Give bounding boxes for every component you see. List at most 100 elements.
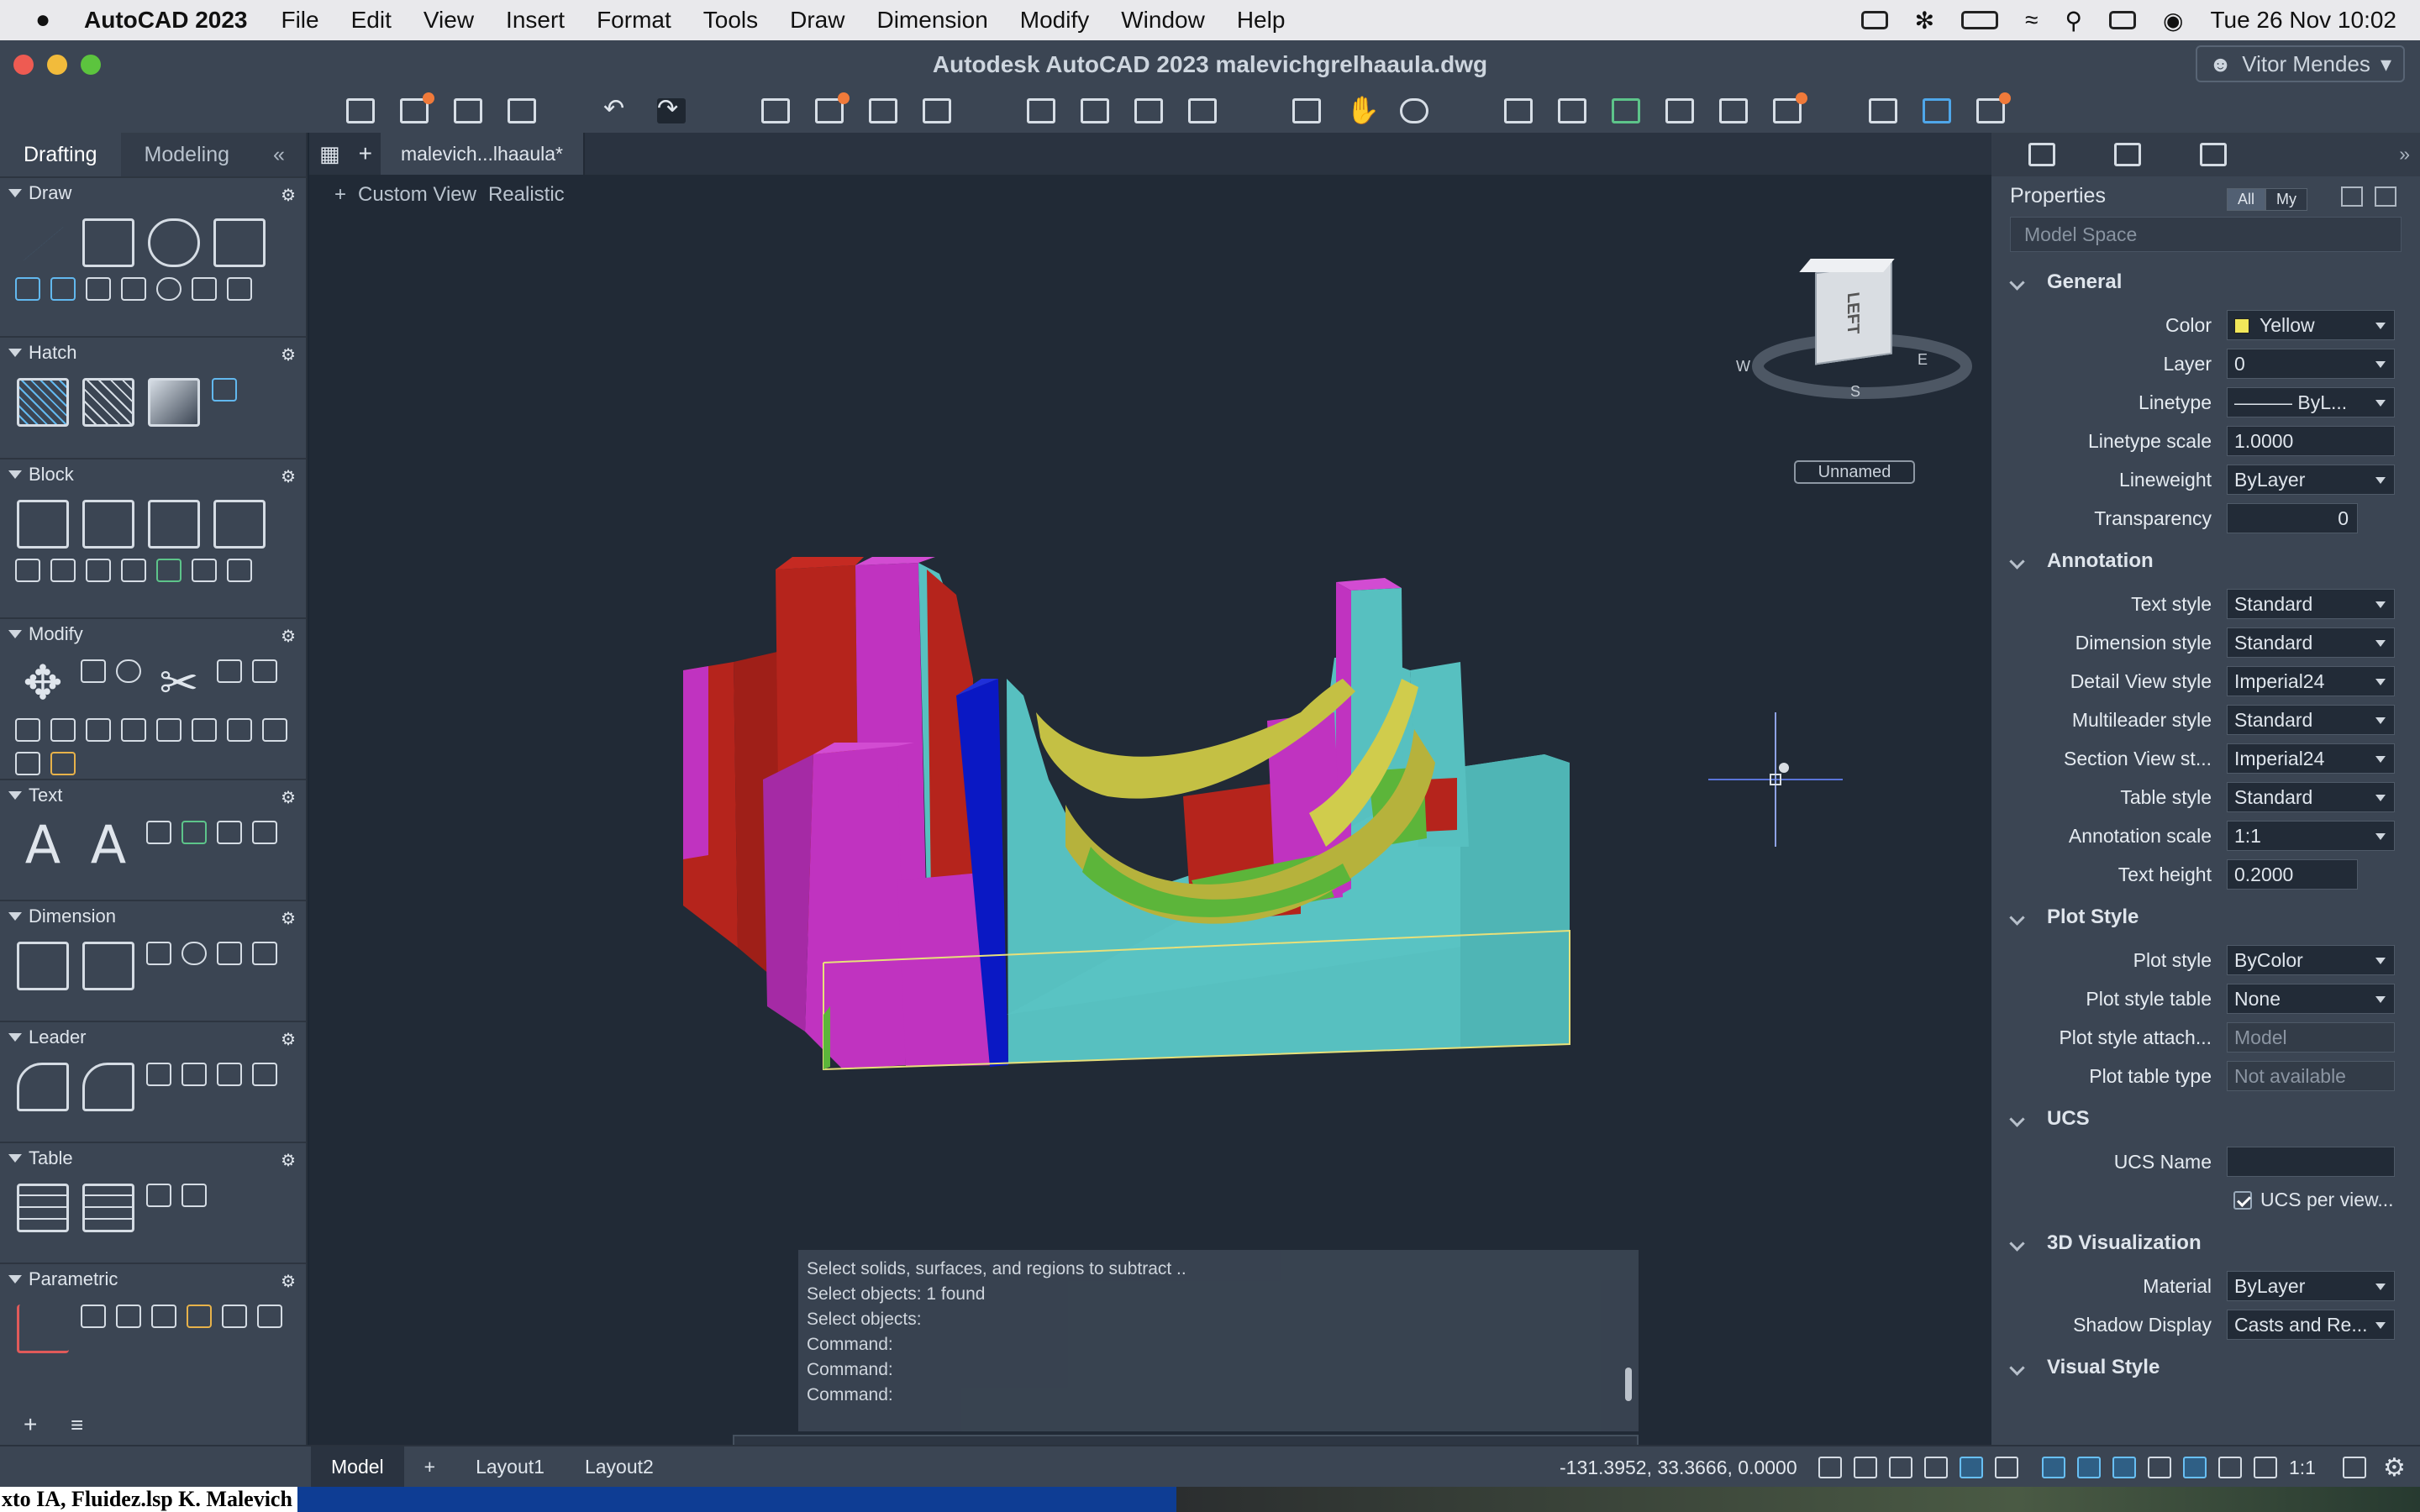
dimensional-constraint-icon[interactable] xyxy=(151,1305,176,1328)
new-tab-icon[interactable]: + xyxy=(350,140,381,167)
lock-icon[interactable] xyxy=(187,1305,212,1328)
property-group-header[interactable]: Annotation xyxy=(1991,538,2420,585)
spline-icon[interactable] xyxy=(50,277,76,301)
properties-tab-icon[interactable] xyxy=(2028,143,2055,166)
gear-icon[interactable]: ⚙ xyxy=(281,466,296,487)
menu-tools[interactable]: Tools xyxy=(703,7,758,34)
magenta-front-side[interactable] xyxy=(763,754,813,1032)
gear-icon[interactable]: ⚙ xyxy=(2383,1453,2406,1483)
page-setup-icon[interactable] xyxy=(869,98,897,123)
selection-filter-icon[interactable] xyxy=(2148,1457,2171,1478)
property-value[interactable]: 1:1 xyxy=(2227,821,2395,851)
orbit-icon[interactable] xyxy=(1400,98,1428,123)
match-properties-icon[interactable] xyxy=(1504,98,1533,123)
property-group-header[interactable]: General xyxy=(1991,259,2420,306)
section-leader-header[interactable]: Leader xyxy=(0,1022,306,1053)
minimize-window-button[interactable] xyxy=(47,55,67,75)
table-icon[interactable] xyxy=(17,1184,69,1232)
aligned-dimension-icon[interactable] xyxy=(82,942,134,990)
polygon-icon[interactable] xyxy=(192,277,217,301)
redo-icon[interactable]: ↷ xyxy=(657,97,686,123)
multileader-icon[interactable] xyxy=(17,1063,69,1111)
undo-icon[interactable]: ↶ xyxy=(603,97,632,123)
stretch-icon[interactable] xyxy=(121,718,146,742)
property-value[interactable]: Imperial24 xyxy=(2227,666,2395,696)
linear-dimension-icon[interactable] xyxy=(17,942,69,990)
drawing-viewport[interactable]: + Custom View Realistic LEFT W S E Unnam… xyxy=(309,175,1991,1477)
property-value[interactable]: Yellow xyxy=(2227,310,2395,340)
sync-attribute-icon[interactable] xyxy=(156,559,182,582)
save-icon[interactable] xyxy=(454,98,482,123)
compass-south[interactable]: S xyxy=(1850,383,1860,401)
move-icon[interactable]: ✥ xyxy=(17,659,69,708)
viewcube[interactable]: LEFT W S E xyxy=(1729,259,1931,400)
continue-dimension-icon[interactable] xyxy=(252,942,277,965)
align-leader-icon[interactable] xyxy=(182,1063,207,1086)
property-value[interactable]: Standard xyxy=(2227,705,2395,735)
copy-icon[interactable] xyxy=(81,659,106,683)
property-group-header[interactable]: Plot Style xyxy=(1991,894,2420,941)
property-value[interactable]: ByLayer xyxy=(2227,465,2395,495)
annotation-visibility-icon[interactable] xyxy=(2218,1457,2242,1478)
filter-my-button[interactable]: My xyxy=(2265,188,2308,211)
menu-draw[interactable]: Draw xyxy=(790,7,844,34)
rectangle-icon[interactable] xyxy=(213,218,266,267)
block-editor-icon[interactable] xyxy=(121,559,146,582)
search-icon[interactable]: ⚲ xyxy=(2065,7,2082,34)
gear-icon[interactable]: ⚙ xyxy=(281,787,296,808)
markup-icon[interactable] xyxy=(1976,92,2011,123)
baseline-icon[interactable] xyxy=(217,942,242,965)
spell-check-icon[interactable] xyxy=(182,821,207,844)
cursor-coordinates[interactable]: -131.3952, 33.3666, 0.0000 xyxy=(1560,1457,1797,1479)
gear-icon[interactable]: ⚙ xyxy=(281,1150,296,1171)
blocks-tab-icon[interactable] xyxy=(2200,143,2227,166)
isodraft-icon[interactable] xyxy=(1960,1457,1983,1478)
plot-icon[interactable] xyxy=(761,98,790,123)
menu-format[interactable]: Format xyxy=(597,7,671,34)
hatch-edit-icon[interactable] xyxy=(82,378,134,427)
extend-icon[interactable] xyxy=(15,752,40,775)
property-value[interactable]: Model xyxy=(2227,1022,2395,1053)
trim-scissors-icon[interactable]: ✂ xyxy=(153,659,205,708)
control-center-icon[interactable] xyxy=(2109,11,2136,29)
3d-snap-icon[interactable] xyxy=(2077,1457,2101,1478)
quick-select-icon[interactable] xyxy=(2341,186,2363,207)
break-icon[interactable] xyxy=(227,718,252,742)
horizontal-constraint-icon[interactable] xyxy=(222,1305,247,1328)
edit-block-icon[interactable] xyxy=(148,500,200,549)
polyline-icon[interactable] xyxy=(82,218,134,267)
menu-file[interactable]: File xyxy=(281,7,318,34)
vertical-constraint-icon[interactable] xyxy=(257,1305,282,1328)
clock[interactable]: Tue 26 Nov 10:02 xyxy=(2210,7,2396,34)
auto-scale-icon[interactable] xyxy=(2254,1457,2277,1478)
property-value[interactable]: None xyxy=(2227,984,2395,1014)
create-block-icon[interactable] xyxy=(82,500,134,549)
siri-icon[interactable]: ◉ xyxy=(2163,7,2183,34)
section-hatch-header[interactable]: Hatch xyxy=(0,338,306,368)
magenta-block-a[interactable] xyxy=(683,666,708,859)
expand-palette-icon[interactable]: » xyxy=(2399,143,2410,165)
dynamic-ucs-icon[interactable] xyxy=(2112,1457,2136,1478)
multiline-icon[interactable] xyxy=(86,277,111,301)
section-parametric-header[interactable]: Parametric xyxy=(0,1264,306,1294)
leader-style-icon[interactable] xyxy=(82,1063,134,1111)
bluetooth-icon[interactable]: ✻ xyxy=(1915,7,1934,34)
property-group-header[interactable]: 3D Visualization xyxy=(1991,1220,2420,1267)
user-account-button[interactable]: ☻ Vitor Mendes ▾ xyxy=(2195,45,2405,82)
section-block-header[interactable]: Block xyxy=(0,459,306,490)
xref-icon[interactable] xyxy=(1612,98,1640,123)
cloud-icon[interactable] xyxy=(1860,11,1888,29)
array-icon[interactable] xyxy=(252,659,277,683)
property-value[interactable]: 0 xyxy=(2227,349,2395,379)
tab-modeling[interactable]: Modeling xyxy=(121,133,253,176)
properties-brush-icon[interactable] xyxy=(50,752,76,775)
grid-icon[interactable] xyxy=(1818,1457,1842,1478)
radius-dimension-icon[interactable] xyxy=(182,942,207,965)
scale-icon[interactable] xyxy=(50,718,76,742)
block-attribute-icon[interactable] xyxy=(213,500,266,549)
rotate-icon[interactable] xyxy=(116,659,141,683)
magenta-front-block[interactable] xyxy=(805,746,906,1069)
dimension-style-icon[interactable] xyxy=(146,942,171,965)
view-control[interactable]: Custom View xyxy=(358,183,476,207)
gear-icon[interactable]: ⚙ xyxy=(281,908,296,929)
